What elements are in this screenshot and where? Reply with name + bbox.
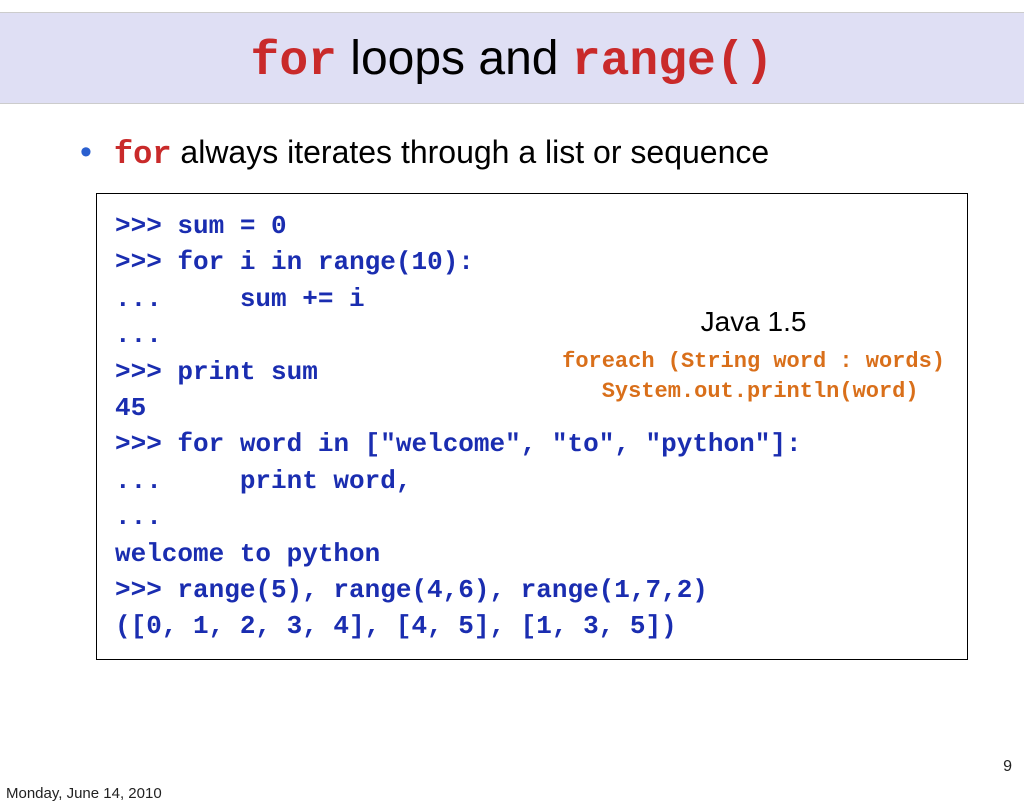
code-line-14: ([0, 1, 2, 3, 4], [4, 5], [1, 3, 5]) [115,608,949,644]
java-title: Java 1.5 [562,302,945,341]
title-code-for: for [251,35,337,89]
code-line-2: >>> for i in range(10): [115,244,949,280]
content-area: • for always iterates through a list or … [0,104,1024,660]
code-block: >>> sum = 0 >>> for i in range(10): ... … [96,193,968,660]
code-line-11: welcome to python [115,536,949,572]
code-line-10: ... [115,499,949,535]
bullet-item: • for always iterates through a list or … [80,134,964,173]
code-line-9: ... print word, [115,463,949,499]
slide-title: for loops and range() [0,31,1024,89]
java-code: foreach (String word : words) System.out… [562,347,945,406]
title-bar: for loops and range() [0,12,1024,104]
bullet-text: for always iterates through a list or se… [114,134,769,173]
bullet-dot-icon: • [80,135,92,169]
bullet-rest: always iterates through a list or sequen… [172,134,770,170]
java-annotation: Java 1.5 foreach (String word : words) S… [562,302,945,407]
code-line-1: >>> sum = 0 [115,208,949,244]
bullet-code-for: for [114,136,172,173]
code-line-8: >>> for word in ["welcome", "to", "pytho… [115,426,949,462]
title-mid: loops and [337,32,572,85]
page-number: 9 [1003,758,1012,776]
code-line-13: >>> range(5), range(4,6), range(1,7,2) [115,572,949,608]
title-code-range: range() [572,35,774,89]
